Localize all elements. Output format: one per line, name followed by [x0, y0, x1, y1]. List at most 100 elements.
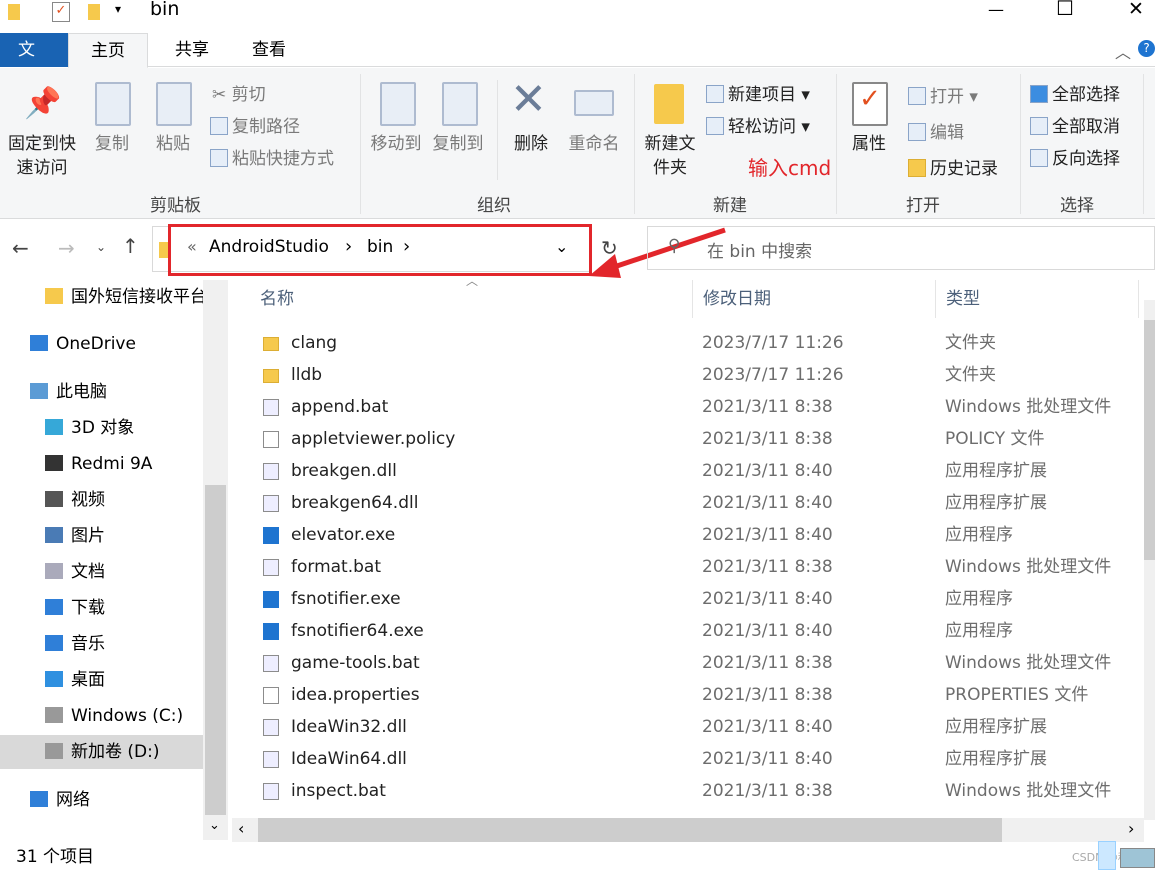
nav-item[interactable]: Redmi 9A — [0, 447, 203, 481]
file-name: elevator.exe — [291, 525, 396, 545]
nav-scrollbar[interactable]: ⌄ — [203, 280, 228, 840]
recent-locations-button[interactable]: ⌄ — [96, 240, 106, 254]
file-row[interactable]: idea.properties 2021/3/11 8:38 PROPERTIES … — [232, 679, 1138, 711]
tab-view[interactable]: 查看 — [230, 33, 308, 67]
file-row[interactable]: IdeaWin64.dll 2021/3/11 8:40 应用程序扩展 — [232, 743, 1138, 775]
file-row[interactable]: fsnotifier.exe 2021/3/11 8:40 应用程序 — [232, 583, 1138, 615]
move-to-button[interactable]: 移动到 — [366, 132, 426, 156]
nav-item[interactable]: 音乐 — [0, 627, 203, 661]
file-row[interactable]: appletviewer.policy 2021/3/11 8:38 POLICY … — [232, 423, 1138, 455]
history-button[interactable]: 历史记录 — [908, 154, 998, 179]
paste-shortcut-button[interactable]: 粘贴快捷方式 — [210, 144, 334, 169]
list-vscrollbar[interactable] — [1144, 300, 1155, 820]
file-icon — [263, 431, 279, 448]
copy-button[interactable]: 复制 — [90, 132, 134, 156]
new-item-button[interactable]: 新建项目 ▾ — [706, 80, 810, 105]
file-row[interactable]: breakgen64.dll 2021/3/11 8:40 应用程序扩展 — [232, 487, 1138, 519]
customize-quick-access-icon[interactable]: ▾ — [115, 2, 121, 16]
file-date: 2021/3/11 8:40 — [702, 589, 833, 609]
collapse-ribbon-icon[interactable]: ︿ — [1115, 39, 1131, 63]
file-row[interactable]: lldb 2023/7/17 11:26 文件夹 — [232, 359, 1138, 391]
nav-item[interactable]: Windows (C:) — [0, 699, 203, 733]
tab-home[interactable]: 主页 — [68, 33, 148, 68]
new-folder-button[interactable]: 新建文件夹 — [640, 132, 700, 180]
large-icons-view-button[interactable] — [1120, 848, 1155, 868]
open-button[interactable]: 打开 ▾ — [908, 82, 978, 107]
file-type: PROPERTIES 文件 — [945, 685, 1089, 705]
file-row[interactable]: format.bat 2021/3/11 8:38 Windows 批处理文件 — [232, 551, 1138, 583]
up-button[interactable]: ↑ — [122, 234, 139, 258]
nav-item[interactable]: 桌面 — [0, 663, 203, 697]
delete-button[interactable]: 删除 — [508, 132, 554, 156]
nav-item[interactable]: 网络 — [0, 783, 203, 817]
file-row[interactable]: clang 2023/7/17 11:26 文件夹 — [232, 327, 1138, 359]
desktop-icon — [45, 671, 63, 687]
tab-file[interactable]: 文件 — [0, 33, 68, 94]
file-row[interactable]: fsnotifier64.exe 2021/3/11 8:40 应用程序 — [232, 615, 1138, 647]
nav-item[interactable]: 国外短信接收平台 — [0, 280, 203, 314]
help-icon[interactable]: ? — [1138, 40, 1155, 57]
nav-item[interactable]: 下载 — [0, 591, 203, 625]
cut-button[interactable]: ✂ 剪切 — [212, 80, 266, 105]
tab-share[interactable]: 共享 — [153, 33, 231, 67]
file-row[interactable]: breakgen.dll 2021/3/11 8:40 应用程序扩展 — [232, 455, 1138, 487]
scroll-down-icon[interactable]: ⌄ — [209, 818, 220, 833]
select-none-label: 全部取消 — [1052, 117, 1120, 137]
column-header-date[interactable]: 修改日期 — [692, 280, 771, 318]
file-date: 2021/3/11 8:40 — [702, 461, 833, 481]
nav-item[interactable]: 此电脑 — [0, 375, 203, 409]
nav-item[interactable]: OneDrive — [0, 327, 203, 361]
scroll-left-icon[interactable]: ‹ — [238, 819, 244, 838]
properties-quick-icon[interactable]: ✓ — [52, 2, 70, 22]
scrollbar-thumb[interactable] — [205, 485, 226, 815]
new-folder-icon — [654, 84, 684, 124]
close-button[interactable]: ✕ — [1128, 0, 1144, 20]
file-type: 文件夹 — [945, 333, 996, 353]
minimize-button[interactable]: — — [988, 0, 1004, 19]
column-header-type[interactable]: 类型 — [935, 280, 980, 318]
paste-shortcut-icon — [210, 149, 228, 167]
file-row[interactable]: IdeaWin32.dll 2021/3/11 8:40 应用程序扩展 — [232, 711, 1138, 743]
pin-to-quick-access-button[interactable]: 固定到快速访问 — [4, 132, 80, 180]
invert-selection-button[interactable]: 反向选择 — [1030, 144, 1120, 169]
new-folder-quick-icon[interactable] — [88, 4, 100, 20]
nav-item[interactable]: 文档 — [0, 555, 203, 589]
scroll-right-icon[interactable]: › — [1128, 819, 1134, 838]
invert-selection-label: 反向选择 — [1052, 149, 1120, 169]
nav-item[interactable]: 视频 — [0, 483, 203, 517]
file-row[interactable]: elevator.exe 2021/3/11 8:40 应用程序 — [232, 519, 1138, 551]
nav-item[interactable]: 图片 — [0, 519, 203, 553]
ribbon-tabs: 文件 主页 共享 查看 ︿ ? — [0, 33, 1155, 94]
horizontal-scrollbar[interactable]: ‹ › — [232, 818, 1144, 842]
edit-button[interactable]: 编辑 — [908, 118, 964, 143]
nav-item[interactable]: 3D 对象 — [0, 411, 203, 445]
scrollbar-thumb[interactable] — [258, 818, 1002, 842]
file-date: 2021/3/11 8:40 — [702, 493, 833, 513]
file-row[interactable]: inspect.bat 2021/3/11 8:38 Windows 批处理文件 — [232, 775, 1138, 807]
back-button[interactable]: ← — [12, 236, 29, 260]
file-name: clang — [291, 333, 338, 353]
divider — [1020, 74, 1021, 214]
copy-path-button[interactable]: 复制路径 — [210, 112, 300, 137]
dll-file-icon — [263, 719, 279, 736]
nav-item[interactable]: 新加卷 (D:) — [0, 735, 203, 769]
file-row[interactable]: append.bat 2021/3/11 8:38 Windows 批处理文件 — [232, 391, 1138, 423]
easy-access-button[interactable]: 轻松访问 ▾ — [706, 112, 810, 137]
rename-button[interactable]: 重命名 — [562, 132, 626, 156]
search-input[interactable]: ⚲ 在 bin 中搜索 — [647, 226, 1155, 270]
column-header-name[interactable]: 名称 — [260, 280, 294, 318]
file-type: 应用程序扩展 — [945, 493, 1047, 513]
copy-to-button[interactable]: 复制到 — [428, 132, 488, 156]
forward-button[interactable]: → — [58, 236, 75, 260]
cloud-icon — [30, 335, 48, 351]
select-none-button[interactable]: 全部取消 — [1030, 112, 1120, 137]
refresh-button[interactable]: ↻ — [601, 236, 618, 260]
maximize-button[interactable]: ☐ — [1056, 0, 1074, 20]
select-all-button[interactable]: 全部选择 — [1030, 80, 1120, 105]
file-row[interactable]: game-tools.bat 2021/3/11 8:38 Windows 批处理文… — [232, 647, 1138, 679]
details-view-button[interactable] — [1098, 841, 1116, 870]
paste-button[interactable]: 粘贴 — [150, 132, 196, 156]
properties-button[interactable]: 属性 — [846, 132, 892, 156]
column-divider[interactable] — [1138, 280, 1139, 318]
select-none-icon — [1030, 117, 1048, 135]
